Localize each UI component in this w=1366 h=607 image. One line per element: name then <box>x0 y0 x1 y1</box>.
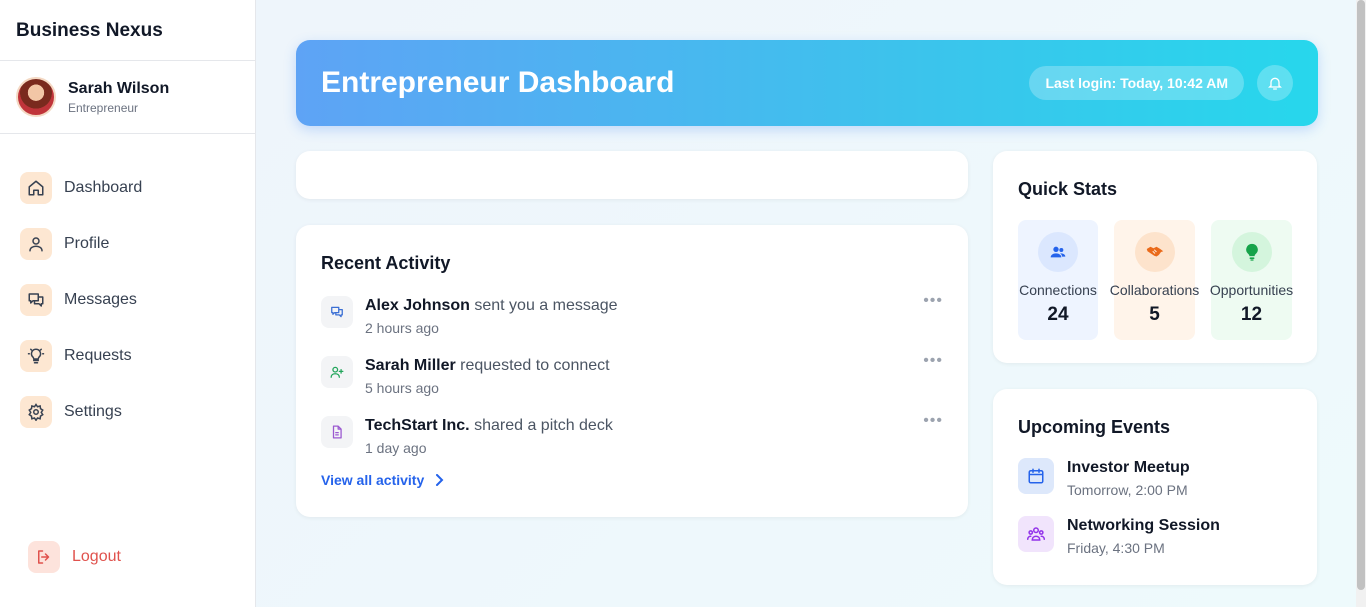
handshake-icon <box>1134 232 1175 272</box>
sidebar-item-requests[interactable]: Requests <box>0 328 255 384</box>
home-icon <box>20 172 52 204</box>
list-item[interactable]: TechStart Inc. shared a pitch deck 1 day… <box>321 412 943 476</box>
quick-stats-card: Quick Stats Connections 24 Collaboration… <box>993 151 1317 363</box>
quick-stats-title: Quick Stats <box>1018 179 1118 199</box>
activity-action: shared a pitch deck <box>474 417 613 434</box>
activity-action: requested to connect <box>460 357 610 374</box>
list-item[interactable]: Sarah Miller requested to connect 5 hour… <box>321 352 943 416</box>
upcoming-events-card: Upcoming Events Investor Meetup Tomorrow… <box>993 389 1317 585</box>
sidebar-item-label: Profile <box>64 235 110 252</box>
sidebar-item-label: Dashboard <box>64 179 143 196</box>
upcoming-events-title: Upcoming Events <box>1018 417 1171 437</box>
activity-time: 2 hours ago <box>365 320 439 336</box>
more-options-button[interactable]: ••• <box>923 292 943 310</box>
sidebar-item-dashboard[interactable]: Dashboard <box>0 160 255 216</box>
user-plus-icon <box>321 356 353 388</box>
event-time: Friday, 4:30 PM <box>1067 540 1165 556</box>
empty-card <box>296 151 968 199</box>
user-profile[interactable]: Sarah Wilson Entrepreneur <box>0 61 255 134</box>
brand-title: Business Nexus <box>0 0 255 61</box>
activity-actor[interactable]: Sarah Miller <box>365 357 456 374</box>
user-role: Entrepreneur <box>68 100 139 115</box>
dashboard-header: Entrepreneur Dashboard Last login: Today… <box>296 40 1318 126</box>
sidebar-nav: Dashboard Profile Messages Requests Sett… <box>0 134 255 440</box>
messages-icon <box>20 284 52 316</box>
lightbulb-icon <box>20 340 52 372</box>
avatar <box>16 77 56 117</box>
stat-value: 24 <box>1047 304 1069 325</box>
sidebar-item-profile[interactable]: Profile <box>0 216 255 272</box>
notifications-button[interactable] <box>1257 65 1293 101</box>
event-title: Networking Session <box>1067 517 1220 534</box>
stat-value: 12 <box>1240 304 1263 325</box>
stat-label: Opportunities <box>1209 282 1294 298</box>
activity-actor[interactable]: TechStart Inc. <box>365 417 470 434</box>
bell-icon <box>1268 77 1282 90</box>
page-title: Entrepreneur Dashboard <box>321 66 675 99</box>
activity-time: 5 hours ago <box>365 380 439 396</box>
logout-button[interactable]: Logout <box>28 541 121 573</box>
stat-collaborations[interactable]: Collaborations 5 <box>1110 220 1199 340</box>
activity-action: sent you a message <box>474 297 618 314</box>
scrollbar-thumb[interactable] <box>1357 0 1365 590</box>
sidebar-item-settings[interactable]: Settings <box>0 384 255 440</box>
sidebar-item-label: Messages <box>64 291 137 308</box>
stat-label: Connections <box>1019 282 1097 298</box>
stat-connections[interactable]: Connections 24 <box>1018 220 1098 340</box>
sidebar: Business Nexus Sarah Wilson Entrepreneur… <box>0 0 256 607</box>
activity-time: 1 day ago <box>365 440 427 456</box>
stat-value: 5 <box>1149 304 1160 325</box>
stat-label: Collaborations <box>1109 282 1200 298</box>
list-item[interactable]: Alex Johnson sent you a message 2 hours … <box>321 292 943 356</box>
event-item[interactable]: Networking Session Friday, 4:30 PM <box>1018 516 1292 556</box>
sidebar-item-messages[interactable]: Messages <box>0 272 255 328</box>
recent-activity-card: Recent Activity Alex Johnson sent you a … <box>296 225 968 517</box>
sidebar-item-label: Settings <box>64 403 122 420</box>
recent-activity-title: Recent Activity <box>321 253 451 273</box>
stat-opportunities[interactable]: Opportunities 12 <box>1209 220 1294 340</box>
event-title: Investor Meetup <box>1067 459 1190 476</box>
users-icon <box>1038 232 1078 272</box>
activity-actor[interactable]: Alex Johnson <box>365 297 470 314</box>
user-icon <box>20 228 52 260</box>
gear-icon <box>20 396 52 428</box>
user-name: Sarah Wilson <box>68 79 170 97</box>
logout-label: Logout <box>72 548 121 565</box>
group-icon <box>1018 516 1054 552</box>
lightbulb-icon <box>1231 232 1272 272</box>
event-item[interactable]: Investor Meetup Tomorrow, 2:00 PM <box>1018 458 1292 498</box>
calendar-icon <box>1018 458 1054 494</box>
logout-icon <box>28 541 60 573</box>
more-options-button[interactable]: ••• <box>923 412 943 430</box>
sidebar-item-label: Requests <box>64 347 132 364</box>
document-icon <box>321 416 353 448</box>
page-scrollbar[interactable] <box>1356 0 1366 607</box>
last-login-badge: Last login: Today, 10:42 AM <box>1029 66 1244 100</box>
chat-icon <box>321 296 353 328</box>
event-time: Tomorrow, 2:00 PM <box>1067 482 1188 498</box>
more-options-button[interactable]: ••• <box>923 352 943 370</box>
